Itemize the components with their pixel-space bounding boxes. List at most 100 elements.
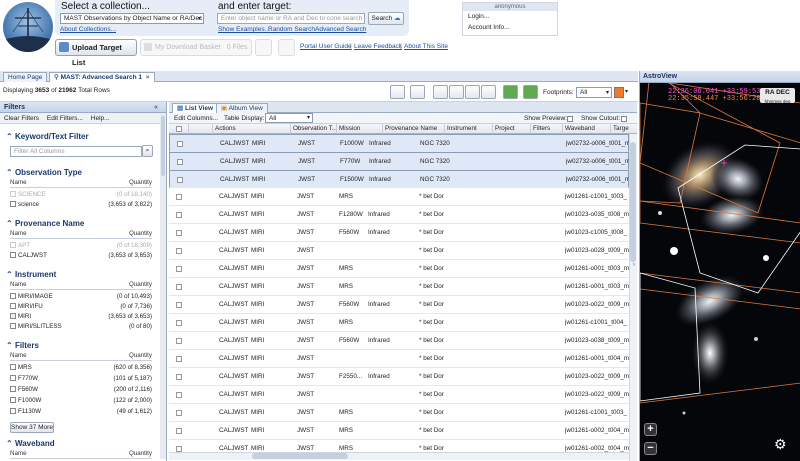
column-header[interactable]: Provenance Name xyxy=(383,124,445,134)
download-basket-button[interactable]: My Download Basket 0 Files xyxy=(140,39,252,56)
show-more-button[interactable]: Show 37 More xyxy=(10,422,54,433)
facet-row[interactable]: SCIENCE (0 of 18,140) xyxy=(10,191,152,199)
facet-row[interactable]: MRS (620 of 8,356) xyxy=(10,364,152,372)
column-header[interactable]: Observation T... xyxy=(291,124,337,134)
search-icon[interactable]: ⌕ xyxy=(142,145,153,157)
waveband-title[interactable]: ⌃ Waveband xyxy=(6,439,55,448)
show-cutout-checkbox[interactable] xyxy=(621,116,627,122)
table-row[interactable]: CALJWST MIRI JWST * bet Dor jw01023-o028_t00… xyxy=(169,242,629,260)
facet-row[interactable]: MIRI/IMAGE (0 of 10,493) xyxy=(10,293,152,301)
row-checkbox[interactable] xyxy=(176,212,182,218)
table-row[interactable]: CALJWST MIRI JWST * bet Dor jw01023-o022_t00… xyxy=(169,386,629,404)
table-row[interactable]: CALJWST MIRI JWST F560W Infrared * bet Dor jw0… xyxy=(169,332,629,350)
table-row[interactable]: CALJWST MIRI JWST MRS * bet Dor jw01261-c1001… xyxy=(169,404,629,422)
search-button[interactable]: Search ☁ xyxy=(368,12,404,25)
row-checkbox[interactable] xyxy=(176,410,182,416)
column-header[interactable]: Filters xyxy=(531,124,563,134)
row-checkbox[interactable] xyxy=(177,177,183,183)
mast-logo[interactable] xyxy=(3,2,53,52)
login-link[interactable]: Login... xyxy=(463,11,557,22)
filter-icon[interactable] xyxy=(449,85,464,99)
upload-target-list-button[interactable]: Upload Target List xyxy=(55,39,137,67)
zoom-in-button[interactable]: + xyxy=(644,423,657,436)
target-search-input[interactable]: Enter object name or RA and Dec to cone … xyxy=(217,13,365,24)
advanced-search-link[interactable]: Advanced Search xyxy=(315,26,366,33)
edit-filters-button[interactable]: Edit Filters... xyxy=(47,115,83,122)
row-checkbox[interactable] xyxy=(176,284,182,290)
column-header[interactable]: Target N xyxy=(611,124,629,134)
facet-row[interactable]: F1130W (49 of 1,612) xyxy=(10,408,152,416)
footprints-select[interactable]: All ▾ xyxy=(576,87,612,98)
keyword-filter-input[interactable]: Filter All Columns xyxy=(10,146,142,157)
tab-album-view[interactable]: ▣ Album View xyxy=(216,103,268,113)
table-row[interactable]: CALJWST MIRI JWST F2550... Infrared * bet Dor… xyxy=(169,368,629,386)
table-row[interactable]: CALJWST MIRI JWST F1280W Infrared * bet Dor jw… xyxy=(169,206,629,224)
random-search-link[interactable]: Random Search xyxy=(268,26,315,33)
filters-help-button[interactable]: Help... xyxy=(91,115,110,122)
expand-column-header[interactable] xyxy=(189,124,213,134)
user-guide-link[interactable]: Portal User Guide xyxy=(300,43,352,50)
about-site-link[interactable]: About This Site xyxy=(404,43,448,50)
row-checkbox[interactable] xyxy=(176,428,182,434)
facet-row[interactable]: MIRI/IFU (0 of 7,736) xyxy=(10,303,152,311)
grid-hscroll-thumb[interactable] xyxy=(252,453,348,459)
facet-row[interactable]: APT (0 of 18,309) xyxy=(10,242,152,250)
table-display-select[interactable]: All ▾ xyxy=(265,113,313,123)
facet-row[interactable]: F560W (200 of 2,116) xyxy=(10,386,152,394)
provenance-title[interactable]: ⌃ Provenance Name xyxy=(6,219,84,228)
row-checkbox[interactable] xyxy=(176,356,182,362)
column-header[interactable]: Waveband xyxy=(563,124,611,134)
account-info-link[interactable]: Account Info... xyxy=(463,22,557,33)
row-checkbox[interactable] xyxy=(176,374,182,380)
row-checkbox[interactable] xyxy=(176,338,182,344)
show-examples-link[interactable]: Show Examples... xyxy=(218,26,270,33)
tab-home[interactable]: Home Page xyxy=(3,72,48,82)
table-row[interactable]: CALJWST MIRI JWST * bet Dor jw01261-o001_t00… xyxy=(169,350,629,368)
row-checkbox[interactable] xyxy=(177,141,183,147)
row-checkbox[interactable] xyxy=(176,266,182,272)
row-checkbox[interactable] xyxy=(176,302,182,308)
table-row[interactable]: CALJWST MIRI JWST MRS * bet Dor jw01261-c1001… xyxy=(169,188,629,206)
filters-facet-title[interactable]: ⌃ Filters xyxy=(6,341,39,350)
table-row[interactable]: CALJWST MIRI JWST MRS * bet Dor jw01261-o001_… xyxy=(169,260,629,278)
table-row[interactable]: CALJWST MIRI JWST F560W Infrared * bet Dor jw0… xyxy=(169,296,629,314)
row-checkbox[interactable] xyxy=(176,230,182,236)
column-header[interactable]: Instrument xyxy=(445,124,493,134)
facet-row[interactable]: CALJWST (3,653 of 3,653) xyxy=(10,252,152,260)
show-preview-checkbox[interactable] xyxy=(567,116,573,122)
collapse-icon[interactable]: « xyxy=(154,102,158,113)
close-icon[interactable]: × xyxy=(146,74,150,81)
column-header[interactable]: Actions xyxy=(213,124,291,134)
grid-horizontal-scrollbar[interactable] xyxy=(169,452,629,460)
table-row[interactable]: CALJWST MIRI JWST MRS * bet Dor jw01261-o001_… xyxy=(169,278,629,296)
coordinate-format-toggle[interactable]: RA DEC hhmmss deg xyxy=(760,88,795,104)
footprint-color-swatch[interactable] xyxy=(614,87,624,98)
grid-scrollbar-thumb[interactable] xyxy=(630,142,636,262)
table-icon[interactable] xyxy=(465,85,480,99)
tab-advanced-search[interactable]: ⚲ MAST: Advanced Search 1 × xyxy=(49,72,155,82)
select-all-header[interactable] xyxy=(169,124,189,134)
instrument-title[interactable]: ⌃ Instrument xyxy=(6,270,56,279)
row-checkbox[interactable] xyxy=(176,320,182,326)
refresh-icon[interactable] xyxy=(523,85,538,99)
table-row[interactable]: CALJWST MIRI JWST F1500W Infrared NGC 7320 jw0… xyxy=(169,170,630,188)
image-export-icon[interactable] xyxy=(503,85,518,99)
sky-viewer[interactable] xyxy=(640,83,800,461)
table-row[interactable]: CALJWST MIRI JWST F1000W Infrared NGC 7320 jw0… xyxy=(169,134,630,152)
facet-row[interactable]: F770W (101 of 5,187) xyxy=(10,375,152,383)
link-icon[interactable] xyxy=(390,85,405,99)
facet-row[interactable]: MIRI (3,653 of 3,653) xyxy=(10,313,152,321)
row-checkbox[interactable] xyxy=(176,248,182,254)
leave-feedback-link[interactable]: Leave Feedback xyxy=(354,43,402,50)
facet-row[interactable]: science (3,653 of 3,822) xyxy=(10,201,152,209)
table-row[interactable]: CALJWST MIRI JWST F770W Infrared NGC 7320 jw02… xyxy=(169,152,630,170)
row-checkbox[interactable] xyxy=(177,159,183,165)
collection-select[interactable]: MAST Observations by Object Name or RA/D… xyxy=(60,13,204,24)
tab-list-view[interactable]: ▤ List View xyxy=(172,103,219,113)
cart-icon[interactable] xyxy=(255,39,272,56)
chevron-down-icon[interactable]: ▾ xyxy=(625,88,628,95)
gear-icon[interactable]: ⚙ xyxy=(774,436,787,453)
table-row[interactable]: CALJWST MIRI JWST F560W Infrared * bet Dor jw0… xyxy=(169,224,629,242)
row-checkbox[interactable] xyxy=(176,392,182,398)
sliders-icon[interactable] xyxy=(433,85,448,99)
